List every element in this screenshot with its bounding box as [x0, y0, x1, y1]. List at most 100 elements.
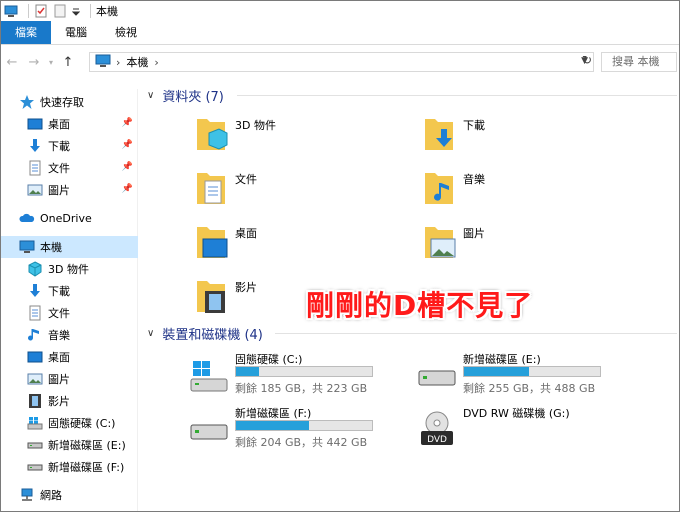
drive-name: 新增磁碟區 (E:)	[463, 353, 541, 366]
sidebar-item-label: 音樂	[48, 329, 70, 342]
sidebar-item-onedrive[interactable]: OneDrive	[1, 207, 138, 229]
sidebar-item-music[interactable]: 音樂	[1, 324, 138, 346]
separator	[90, 4, 91, 18]
divider	[275, 333, 677, 334]
drives-group-header[interactable]: ∨ 裝置和磁碟機 (4)	[147, 323, 677, 343]
folder-label: 下載	[463, 119, 485, 132]
sidebar-item-label: 桌面	[48, 118, 70, 131]
properties-icon[interactable]	[34, 4, 48, 18]
sidebar-item-this-pc[interactable]: 本機	[1, 236, 138, 258]
tab-computer[interactable]: 電腦	[51, 21, 101, 44]
folder-3d-objects[interactable]: 3D 物件	[195, 115, 276, 163]
picture-icon	[27, 182, 43, 198]
document-icon	[27, 160, 43, 176]
sidebar-item-label: 文件	[48, 307, 70, 320]
pin-icon[interactable]: 📌	[122, 162, 133, 172]
document-icon	[27, 305, 43, 321]
sidebar-item-quick-access[interactable]: 快速存取	[1, 91, 138, 113]
sidebar-item-drive-e[interactable]: 新增磁碟區 (E:)	[1, 434, 138, 456]
document-folder-icon	[195, 169, 229, 211]
cube-icon	[27, 261, 43, 277]
drive-f[interactable]: 新增磁碟區 (F:) 剩餘 204 GB，共 442 GB	[189, 405, 389, 453]
windows-drive-icon	[189, 357, 229, 393]
picture-icon	[27, 371, 43, 387]
pc-icon	[95, 54, 111, 71]
folder-documents[interactable]: 文件	[195, 169, 257, 217]
search-box[interactable]: 搜尋 本機	[601, 52, 677, 72]
drive-name: 新增磁碟區 (F:)	[235, 407, 312, 420]
windows-drive-icon	[27, 415, 43, 431]
sidebar-item-label: OneDrive	[40, 211, 92, 225]
pin-icon[interactable]: 📌	[122, 140, 133, 150]
folder-pictures[interactable]: 圖片	[423, 223, 485, 271]
drive-g-dvd[interactable]: DVD DVD RW 磁碟機 (G:)	[417, 405, 617, 453]
sidebar-item-drive-f[interactable]: 新增磁碟區 (F:)	[1, 456, 138, 478]
navigation-bar: ← → ▾ ↑ › 本機 › ▼ ↻ 搜尋 本機	[1, 49, 679, 75]
breadcrumb-this-pc[interactable]: 本機	[126, 54, 148, 70]
address-bar[interactable]: › 本機 › ▼	[89, 52, 594, 72]
sidebar-item-videos[interactable]: 影片	[1, 390, 138, 412]
drive-free-space: 剩餘 255 GB，共 488 GB	[463, 382, 596, 395]
folder-music[interactable]: 音樂	[423, 169, 485, 217]
pin-icon[interactable]: 📌	[122, 184, 133, 194]
desktop-folder-icon	[195, 223, 229, 265]
separator	[28, 4, 29, 18]
sidebar-item-pictures[interactable]: 圖片 📌	[1, 179, 138, 201]
tab-view[interactable]: 檢視	[101, 21, 151, 44]
sidebar-item-downloads[interactable]: 下載 📌	[1, 135, 138, 157]
drive-e[interactable]: 新增磁碟區 (E:) 剩餘 255 GB，共 488 GB	[417, 351, 617, 399]
customize-dropdown-icon[interactable]	[71, 4, 81, 18]
group-title: 資料夾 (7)	[162, 89, 224, 105]
folders-group-header[interactable]: ∨ 資料夾 (7)	[147, 85, 677, 105]
sidebar-item-documents[interactable]: 文件 📌	[1, 157, 138, 179]
folder-desktop[interactable]: 桌面	[195, 223, 257, 271]
title-bar: 本機	[1, 1, 679, 21]
hard-drive-icon	[27, 459, 43, 475]
ribbon-tabs: 檔案 電腦 檢視	[1, 21, 679, 45]
dvd-drive-icon: DVD	[417, 411, 457, 447]
sidebar-item-label: 本機	[40, 241, 62, 254]
sidebar-item-drive-c[interactable]: 固態硬碟 (C:)	[1, 412, 138, 434]
dvd-label: DVD	[427, 435, 447, 445]
collapse-chevron-icon[interactable]: ∨	[147, 90, 154, 101]
sidebar-item-downloads[interactable]: 下載	[1, 280, 138, 302]
download-folder-icon	[423, 115, 457, 157]
sidebar-item-3d-objects[interactable]: 3D 物件	[1, 258, 138, 280]
sidebar-item-label: 快速存取	[40, 96, 84, 109]
sidebar-item-documents[interactable]: 文件	[1, 302, 138, 324]
breadcrumb-separator[interactable]: ›	[154, 56, 158, 69]
quick-access-toolbar: 本機	[1, 1, 118, 21]
sidebar-item-desktop[interactable]: 桌面 📌	[1, 113, 138, 135]
up-arrow-icon[interactable]: ↑	[57, 51, 79, 73]
folder-downloads[interactable]: 下載	[423, 115, 485, 163]
pin-icon[interactable]: 📌	[122, 118, 133, 128]
sidebar-item-network[interactable]: 網路	[1, 484, 138, 506]
drive-usage-bar	[235, 366, 373, 377]
sidebar-item-label: 固態硬碟 (C:)	[48, 417, 116, 430]
forward-arrow-icon[interactable]: →	[23, 51, 45, 73]
navigation-pane: 快速存取 桌面 📌 下載 📌 文件 📌 圖片 📌 OneDrive 本機 3D …	[1, 89, 138, 511]
folder-label: 桌面	[235, 227, 257, 240]
hard-drive-icon	[189, 411, 229, 447]
sidebar-item-label: 桌面	[48, 351, 70, 364]
drive-free-space: 剩餘 204 GB，共 442 GB	[235, 436, 368, 449]
collapse-chevron-icon[interactable]: ∨	[147, 328, 154, 339]
drive-usage-fill	[236, 367, 260, 376]
sidebar-item-label: 文件	[48, 162, 70, 175]
recent-locations-chevron-icon[interactable]: ▾	[45, 51, 57, 73]
folder-videos[interactable]: 影片	[195, 277, 257, 325]
group-title: 裝置和磁碟機 (4)	[162, 327, 263, 343]
cloud-icon	[19, 210, 35, 226]
refresh-icon[interactable]: ↻	[579, 53, 595, 69]
new-folder-icon[interactable]	[53, 4, 67, 18]
back-arrow-icon[interactable]: ←	[1, 51, 23, 73]
breadcrumb-separator[interactable]: ›	[116, 56, 120, 69]
sidebar-item-label: 新增磁碟區 (F:)	[48, 461, 125, 474]
sidebar-item-label: 新增磁碟區 (E:)	[48, 439, 126, 452]
folder-label: 音樂	[463, 173, 485, 186]
tab-file[interactable]: 檔案	[1, 21, 51, 44]
annotation-text: 剛剛的D槽不見了	[306, 289, 534, 322]
sidebar-item-desktop[interactable]: 桌面	[1, 346, 138, 368]
drive-c[interactable]: 固態硬碟 (C:) 剩餘 185 GB，共 223 GB	[189, 351, 389, 399]
sidebar-item-pictures[interactable]: 圖片	[1, 368, 138, 390]
